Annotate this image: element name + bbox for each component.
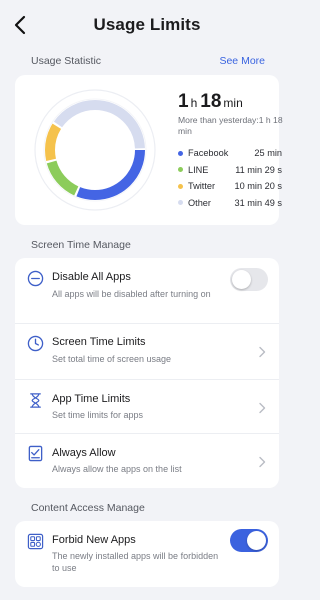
forbid-new-apps-toggle[interactable] — [230, 529, 268, 552]
total-usage-time: 1 h 18 min — [178, 91, 246, 113]
clock-icon — [27, 335, 44, 352]
legend-time: 10 min 20 s — [234, 181, 283, 192]
top-bar: Usage Limits — [0, 0, 294, 50]
apps-lock-icon — [27, 533, 44, 550]
legend-item-line: LINE 11 min 29 s — [178, 162, 282, 179]
legend-dot-twitter — [178, 183, 183, 189]
compare-yesterday: More than yesterday:1 h 18 min — [178, 115, 283, 136]
legend-name: LINE — [188, 164, 209, 175]
disable-all-apps-desc: All apps will be disabled after turning … — [52, 289, 211, 299]
legend-dot-facebook — [178, 150, 183, 156]
screen-time-card: Disable All Apps All apps will be disabl… — [15, 258, 279, 488]
disable-all-apps-row[interactable]: Disable All Apps All apps will be disabl… — [15, 258, 279, 324]
back-button[interactable] — [8, 12, 32, 38]
page-title: Usage Limits — [93, 15, 201, 34]
legend-dot-line — [178, 167, 183, 173]
content-access-card: Forbid New Apps The newly installed apps… — [15, 521, 279, 587]
total-minutes: 18 — [200, 91, 222, 112]
legend-item-other: Other 31 min 49 s — [178, 195, 282, 212]
legend-time: 31 min 49 s — [234, 197, 283, 208]
app-time-limits-desc: Set time limits for apps — [52, 410, 144, 420]
usage-card[interactable]: 1 h 18 min More than yesterday:1 h 18 min F… — [15, 75, 283, 225]
toggle-knob — [232, 270, 251, 289]
legend-item-facebook: Facebook 25 min — [178, 145, 282, 162]
forbid-new-apps-row[interactable]: Forbid New Apps The newly installed apps… — [15, 521, 279, 587]
legend-name: Other — [188, 197, 211, 208]
chevron-right-icon — [259, 402, 266, 414]
disable-all-apps-toggle[interactable] — [230, 268, 268, 291]
legend-name: Facebook — [188, 148, 229, 159]
screen-time-section-label: Screen Time Manage — [31, 239, 131, 251]
hours-unit: h — [190, 96, 198, 110]
checklist-icon — [28, 445, 43, 462]
forbid-new-apps-title: Forbid New Apps — [52, 534, 136, 546]
usage-legend: Facebook 25 min LINE 11 min 29 s Twitter… — [178, 145, 282, 211]
usage-section-label: Usage Statistic — [31, 55, 102, 67]
screen-time-limits-row[interactable]: Screen Time Limits Set total time of scr… — [15, 324, 279, 380]
content-access-section-header: Content Access Manage — [0, 497, 294, 519]
legend-name: Twitter — [188, 181, 216, 192]
screen-time-limits-desc: Set total time of screen usage — [52, 354, 172, 364]
app-time-limits-title: App Time Limits — [52, 393, 131, 405]
chevron-right-icon — [259, 456, 266, 468]
app-time-limits-row[interactable]: App Time Limits Set time limits for apps — [15, 380, 279, 434]
screen-time-limits-title: Screen Time Limits — [52, 336, 146, 348]
always-allow-title: Always Allow — [52, 447, 116, 459]
total-hours: 1 — [178, 91, 189, 112]
legend-dot-other — [178, 200, 183, 206]
chevron-left-icon — [14, 15, 26, 35]
see-more-link[interactable]: See More — [219, 55, 265, 67]
legend-time: 11 min 29 s — [235, 164, 282, 175]
legend-time: 25 min — [254, 148, 282, 159]
forbid-new-apps-desc: The newly installed apps will be forbidd… — [52, 551, 219, 573]
chevron-right-icon — [259, 346, 266, 358]
usage-donut-chart — [34, 89, 156, 211]
always-allow-desc: Always allow the apps on the list — [52, 464, 182, 474]
content-access-section-label: Content Access Manage — [31, 502, 145, 514]
usage-section-header: Usage Statistic See More — [0, 50, 294, 72]
legend-item-twitter: Twitter 10 min 20 s — [178, 178, 282, 195]
toggle-knob — [247, 531, 266, 550]
always-allow-row[interactable]: Always Allow Always allow the apps on th… — [15, 434, 279, 488]
minus-circle-icon — [27, 270, 44, 287]
hourglass-icon — [30, 393, 41, 408]
minutes-unit: min — [223, 96, 243, 110]
disable-all-apps-title: Disable All Apps — [52, 271, 131, 283]
screen-time-section-header: Screen Time Manage — [0, 234, 294, 256]
